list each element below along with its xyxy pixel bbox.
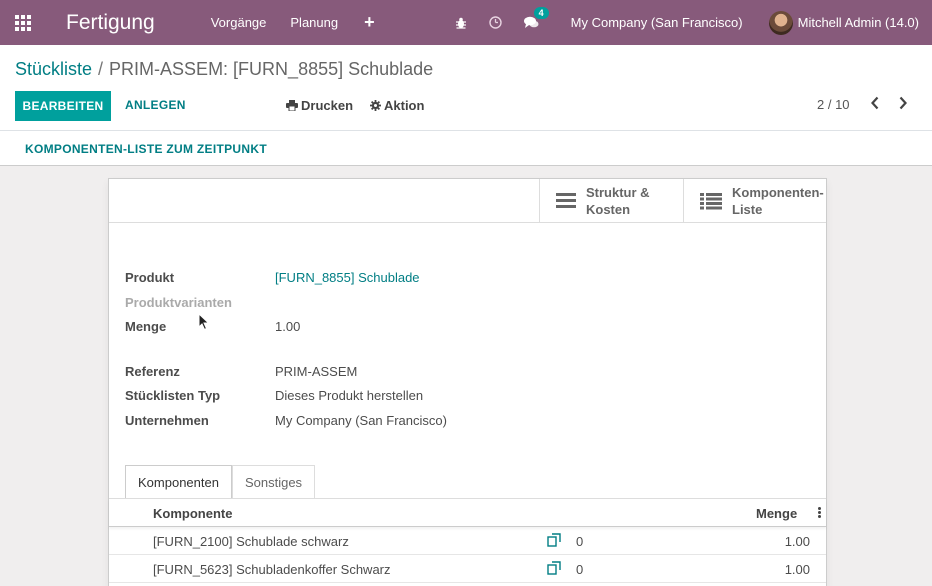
print-label: Drucken [301, 98, 354, 113]
form-sheet: Struktur & Kosten Komponenten- Liste Pro… [108, 178, 827, 586]
chevron-left-icon [871, 96, 879, 110]
chevron-right-icon [899, 96, 907, 110]
systray: 4 My Company (San Francisco) Mitchell Ad… [455, 0, 932, 45]
structure-cost-button[interactable]: Struktur & Kosten [539, 179, 683, 222]
column-header-quantity[interactable]: Menge [756, 506, 797, 521]
pager-next-button[interactable] [898, 96, 908, 113]
user-menu[interactable]: Mitchell Admin (14.0) [768, 10, 919, 35]
reference-label: Referenz [125, 364, 180, 379]
table-header: Komponente Menge [109, 499, 826, 527]
grid-icon [15, 14, 31, 31]
plus-icon[interactable]: + [364, 12, 375, 33]
components-list-label-1: Komponenten- [732, 184, 824, 200]
debug-bug-icon[interactable] [455, 17, 467, 29]
pager-value[interactable]: 2 / 10 [817, 97, 850, 112]
quantity-field: 1.00 [275, 319, 301, 334]
form-statusbar: KOMPONENTEN-LISTE ZUM ZEITPUNKT [0, 131, 932, 166]
row-quantity: 1.00 [784, 534, 810, 549]
reference-field: PRIM-ASSEM [275, 364, 358, 379]
edit-button[interactable]: BEARBEITEN [15, 91, 111, 121]
company-label: Unternehmen [125, 413, 209, 428]
row-available: 0 [576, 562, 584, 577]
forecast-report-icon[interactable] [547, 561, 561, 578]
company-field: My Company (San Francisco) [275, 413, 447, 428]
print-button[interactable]: Drucken [286, 98, 353, 113]
smart-button-box: Struktur & Kosten Komponenten- Liste [109, 179, 826, 223]
print-icon [286, 100, 298, 111]
forecast-report-icon[interactable] [547, 533, 561, 550]
product-label: Produkt [125, 270, 175, 285]
company-switcher[interactable]: My Company (San Francisco) [571, 15, 743, 30]
apps-menu-button[interactable] [0, 0, 46, 45]
product-variants-label: Produktvarianten [125, 295, 232, 310]
menu-vorgaenge[interactable]: Vorgänge [211, 15, 267, 30]
row-component: [FURN_2100] Schublade schwarz [153, 534, 349, 549]
bars-icon [556, 193, 576, 208]
breadcrumb: Stückliste / PRIM-ASSEM: [FURN_8855] Schub… [15, 59, 433, 80]
tab-components[interactable]: Komponenten [125, 465, 232, 498]
control-panel: Stückliste / PRIM-ASSEM: [FURN_8855] Schub… [0, 45, 932, 131]
top-navbar: Fertigung Vorgänge Planung + 4 My Compan… [0, 0, 932, 45]
column-header-component[interactable]: Komponente [153, 506, 232, 521]
breadcrumb-parent-link[interactable]: Stückliste [15, 59, 92, 79]
product-field[interactable]: [FURN_8855] Schublade [275, 270, 420, 285]
mouse-cursor-icon [198, 313, 210, 331]
list-icon [700, 192, 722, 209]
create-button[interactable]: ANLEGEN [125, 98, 186, 112]
structure-cost-label-2: Kosten [586, 201, 631, 217]
components-list-label-2: Liste [732, 201, 763, 217]
bom-type-label: Stücklisten Typ [125, 388, 221, 403]
gear-icon [370, 100, 381, 111]
breadcrumb-separator: / [98, 59, 104, 79]
table-row[interactable]: [FURN_2100] Schublade schwarz 0 1.00 [109, 527, 826, 555]
bom-type-field: Dieses Produkt herstellen [275, 388, 424, 403]
avatar [768, 10, 793, 35]
notebook-tabs: Komponenten Sonstiges [125, 465, 316, 498]
messages-badge: 4 [533, 7, 549, 19]
menu-planung[interactable]: Planung [290, 15, 338, 30]
activity-clock-icon[interactable] [488, 16, 502, 29]
breadcrumb-current: PRIM-ASSEM: [FURN_8855] Schublade [109, 59, 434, 79]
structure-cost-label-1: Struktur & [586, 184, 650, 200]
components-at-date-button[interactable]: KOMPONENTEN-LISTE ZUM ZEITPUNKT [25, 142, 267, 156]
row-quantity: 1.00 [784, 562, 810, 577]
components-list-button[interactable]: Komponenten- Liste [683, 179, 827, 222]
app-title[interactable]: Fertigung [66, 11, 155, 35]
action-label: Aktion [384, 98, 425, 113]
table-row[interactable]: [FURN_5623] Schubladenkoffer Schwarz 0 1… [109, 555, 826, 583]
optional-columns-icon[interactable] [818, 507, 821, 519]
row-component: [FURN_5623] Schubladenkoffer Schwarz [153, 562, 391, 577]
tab-miscellaneous[interactable]: Sonstiges [231, 465, 316, 498]
row-available: 0 [576, 534, 584, 549]
pager-previous-button[interactable] [870, 96, 880, 113]
quantity-label: Menge [125, 319, 167, 334]
messaging-chat-icon[interactable]: 4 [523, 7, 549, 29]
user-name: Mitchell Admin (14.0) [797, 15, 919, 30]
action-button[interactable]: Aktion [370, 98, 424, 113]
